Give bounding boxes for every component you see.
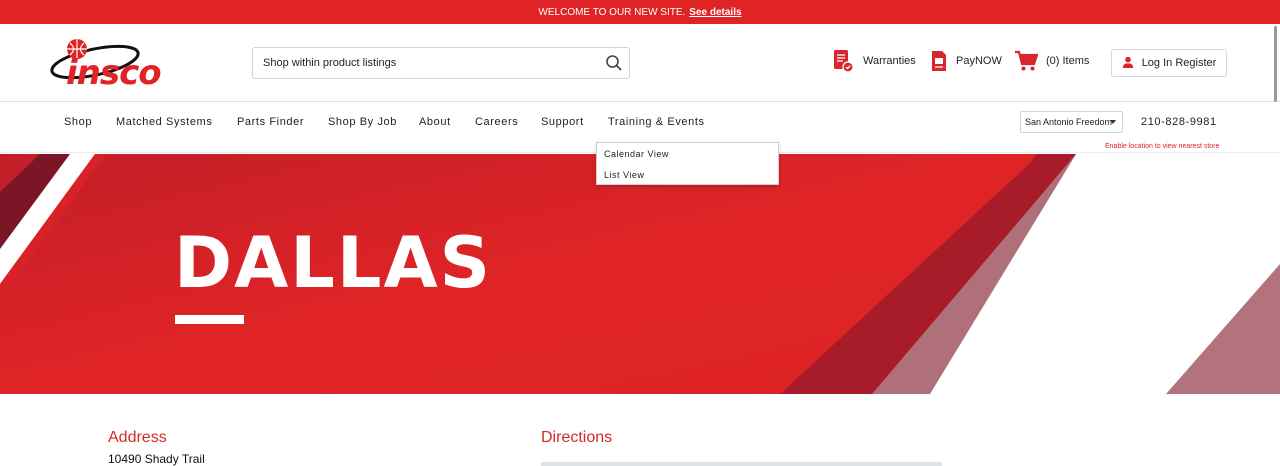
store-select[interactable]: San Antonio Freedom (1020, 111, 1123, 133)
announcement-bar: WELCOME TO OUR NEW SITE. See details (0, 0, 1280, 24)
nav-item-support[interactable]: Support (541, 116, 584, 128)
paynow-label: PayNOW (956, 55, 1002, 67)
directions-heading: Directions (541, 429, 613, 446)
search-icon[interactable] (599, 48, 629, 78)
address-heading: Address (108, 429, 167, 446)
chevron-down-icon (1110, 120, 1116, 124)
dropdown-item-list-view[interactable]: List View (604, 170, 644, 180)
training-events-dropdown: Calendar View List View (596, 142, 779, 185)
see-details-link[interactable]: See details (689, 7, 741, 18)
nav-item-matched-systems[interactable]: Matched Systems (116, 116, 212, 128)
announcement-text: WELCOME TO OUR NEW SITE. (538, 6, 686, 18)
hero-title-underline (175, 315, 244, 324)
site-header: insco Shop within product listings Warra… (0, 24, 1280, 102)
hero-title: DALLAS (174, 222, 493, 304)
nav-item-shop-by-job[interactable]: Shop By Job (328, 116, 397, 128)
nav-item-careers[interactable]: Careers (475, 116, 518, 128)
address-line: 10490 Shady Trail (108, 452, 205, 466)
login-register-button[interactable]: Log In Register (1111, 49, 1227, 77)
paynow-link[interactable]: PayNOW (930, 49, 1002, 73)
login-register-label: Log In Register (1141, 57, 1217, 69)
logo-text: insco (66, 53, 161, 88)
insco-logo[interactable]: insco (50, 38, 166, 88)
shopping-cart-icon (1014, 50, 1038, 72)
cart-link[interactable]: (0) Items (1014, 49, 1089, 73)
search-input[interactable]: Shop within product listings (263, 57, 599, 69)
nav-item-about[interactable]: About (419, 116, 451, 128)
warranties-link[interactable]: Warranties (831, 49, 916, 73)
hero-banner: DALLAS (0, 154, 1280, 394)
nav-item-training-events[interactable]: Training & Events (608, 116, 705, 128)
user-icon (1122, 56, 1134, 71)
warranties-label: Warranties (863, 55, 916, 67)
invoice-icon (930, 50, 948, 72)
cart-count-label: (0) Items (1046, 55, 1090, 67)
search-bar[interactable]: Shop within product listings (252, 47, 630, 79)
enable-location-link[interactable]: Enable location to view nearest store (1105, 143, 1219, 150)
store-phone-link[interactable]: 210-828-9981 (1141, 116, 1217, 128)
nav-item-parts-finder[interactable]: Parts Finder (237, 116, 304, 128)
directions-map[interactable] (541, 462, 942, 466)
warranty-document-icon (831, 49, 855, 73)
store-select-value: San Antonio Freedom (1025, 117, 1113, 127)
page-scrollbar[interactable] (1274, 26, 1277, 102)
nav-item-shop[interactable]: Shop (64, 116, 92, 128)
dropdown-item-calendar-view[interactable]: Calendar View (604, 149, 669, 159)
